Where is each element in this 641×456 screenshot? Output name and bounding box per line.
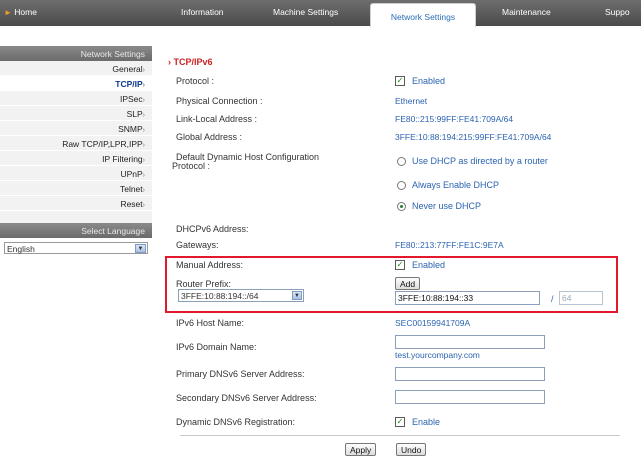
dhcpv6-address-label: DHCPv6 Address: <box>176 224 249 234</box>
nav-home-link[interactable]: ► Home <box>4 7 37 17</box>
page-title: › TCP/IPv6 <box>168 57 213 67</box>
language-select-value: English <box>7 244 35 254</box>
caret-icon: › <box>142 172 145 179</box>
gateways-value: FE80::213:77FF:FE1C:9E7A <box>395 240 504 250</box>
sidebar-item-snmp[interactable]: SNMP› <box>0 121 152 136</box>
caret-icon: › <box>142 187 145 194</box>
chevron-down-icon[interactable]: ▼ <box>135 244 146 253</box>
caret-icon: › <box>142 157 145 164</box>
host-name-value: SEC00159941709A <box>395 318 471 328</box>
dynamic-dns-value: Enable <box>412 417 441 427</box>
caret-icon: › <box>142 127 145 134</box>
dhcp-radio-never[interactable] <box>397 202 406 211</box>
dhcp-radio-always[interactable] <box>397 181 406 190</box>
dhcp-option-never[interactable]: Never use DHCP <box>412 201 481 211</box>
sidebar: Network Settings General› TCP/IP› IPSec›… <box>0 46 152 254</box>
nav-home-label: Home <box>14 7 37 17</box>
secondary-dns-input[interactable] <box>395 390 545 404</box>
manual-address-value: Enabled <box>412 260 446 270</box>
main-content: › TCP/IPv6 Protocol : ✓ Enabled Physical… <box>162 46 641 456</box>
sidebar-item-label: UPnP <box>120 169 143 179</box>
primary-dns-input[interactable] <box>395 367 545 381</box>
caret-icon: › <box>142 202 145 209</box>
apply-button[interactable]: Apply <box>345 443 377 456</box>
protocol-checkbox[interactable]: ✓ <box>395 76 405 86</box>
sidebar-item-label: SNMP <box>118 124 143 134</box>
manual-address-checkbox[interactable]: ✓ <box>395 260 405 270</box>
sidebar-item-label: Raw TCP/IP,LPR,IPP <box>62 139 143 149</box>
caret-icon: › <box>142 82 145 89</box>
manual-address-label: Manual Address: <box>176 260 244 270</box>
physical-connection-value: Ethernet <box>395 96 428 106</box>
sidebar-item-ip-filtering[interactable]: IP Filtering› <box>0 151 152 166</box>
gateways-label: Gateways: <box>176 240 219 250</box>
sidebar-item-general[interactable]: General› <box>0 61 152 76</box>
caret-icon: › <box>142 97 145 104</box>
page-title-text: TCP/IPv6 <box>173 57 213 67</box>
caret-icon: › <box>142 142 145 149</box>
dynamic-dns-label: Dynamic DNSv6 Registration: <box>176 417 296 427</box>
link-local-label: Link-Local Address : <box>176 114 258 124</box>
dhcp-label-line2: Protocol : <box>172 161 211 171</box>
dynamic-dns-checkbox[interactable]: ✓ <box>395 417 405 427</box>
router-prefix-select[interactable]: 3FFE:10:88:194::/64 ▼ <box>178 289 304 302</box>
sidebar-item-telnet[interactable]: Telnet› <box>0 181 152 196</box>
domain-name-value: test.yourcompany.com <box>395 350 480 360</box>
chevron-down-icon[interactable]: ▼ <box>292 291 302 300</box>
primary-dns-label: Primary DNSv6 Server Address: <box>176 369 305 379</box>
router-prefix-label: Router Prefix: <box>176 279 232 289</box>
sidebar-item-reset[interactable]: Reset› <box>0 196 152 211</box>
dhcp-radio-router[interactable] <box>397 157 406 166</box>
home-arrow-icon: ► <box>4 8 12 17</box>
protocol-value: Enabled <box>412 76 446 86</box>
sidebar-item-upnp[interactable]: UPnP› <box>0 166 152 181</box>
physical-connection-label: Physical Connection : <box>176 96 263 106</box>
sidebar-item-tcpip[interactable]: TCP/IP› <box>0 76 152 91</box>
protocol-label: Protocol : <box>176 76 215 86</box>
sidebar-item-label: TCP/IP <box>115 79 143 89</box>
sidebar-item-ipsec[interactable]: IPSec› <box>0 91 152 106</box>
sidebar-item-slp[interactable]: SLP› <box>0 106 152 121</box>
tab-support[interactable]: Suppo <box>605 7 630 17</box>
domain-name-label: IPv6 Domain Name: <box>176 342 257 352</box>
domain-name-input[interactable] <box>395 335 545 349</box>
dhcp-option-router[interactable]: Use DHCP as directed by a router <box>412 156 548 166</box>
sidebar-item-label: Telnet <box>119 184 143 194</box>
prefix-separator: / <box>551 294 554 304</box>
add-button[interactable]: Add <box>395 277 421 290</box>
tab-maintenance[interactable]: Maintenance <box>502 7 551 17</box>
language-select[interactable]: English ▼ <box>4 242 148 254</box>
tab-information[interactable]: Information <box>181 7 224 17</box>
prefix-length-input[interactable]: 64 <box>559 291 603 305</box>
sidebar-item-label: IPSec <box>119 94 143 104</box>
sidebar-item-label: IP Filtering <box>102 154 143 164</box>
host-name-label: IPv6 Host Name: <box>176 318 245 328</box>
tab-network-settings[interactable]: Network Settings <box>370 3 476 27</box>
tab-machine-settings[interactable]: Machine Settings <box>273 7 338 17</box>
sidebar-item-raw-tcpip[interactable]: Raw TCP/IP,LPR,IPP› <box>0 136 152 151</box>
sidebar-header: Network Settings <box>0 46 152 61</box>
sidebar-item-label: SLP <box>126 109 143 119</box>
manual-address-input[interactable]: 3FFE:10:88:194::33 <box>395 291 540 305</box>
router-prefix-value: 3FFE:10:88:194::/64 <box>181 291 259 301</box>
global-address-label: Global Address : <box>176 132 243 142</box>
top-navigation-bar: ► Home Information Machine Settings Netw… <box>0 0 641 27</box>
caret-icon: › <box>142 112 145 119</box>
caret-icon: › <box>142 67 145 74</box>
undo-button[interactable]: Undo <box>396 443 427 456</box>
dhcp-option-always[interactable]: Always Enable DHCP <box>412 180 499 190</box>
link-local-value: FE80::215:99FF:FE41:709A/64 <box>395 114 514 124</box>
sidebar-item-label: Reset <box>120 199 143 209</box>
sidebar-item-label: General <box>112 64 143 74</box>
global-address-value: 3FFE:10:88:194:215:99FF:FE41:709A/64 <box>395 132 552 142</box>
divider <box>180 435 620 436</box>
language-header: Select Language <box>0 223 152 238</box>
sidebar-spacer <box>0 211 152 223</box>
secondary-dns-label: Secondary DNSv6 Server Address: <box>176 393 317 403</box>
